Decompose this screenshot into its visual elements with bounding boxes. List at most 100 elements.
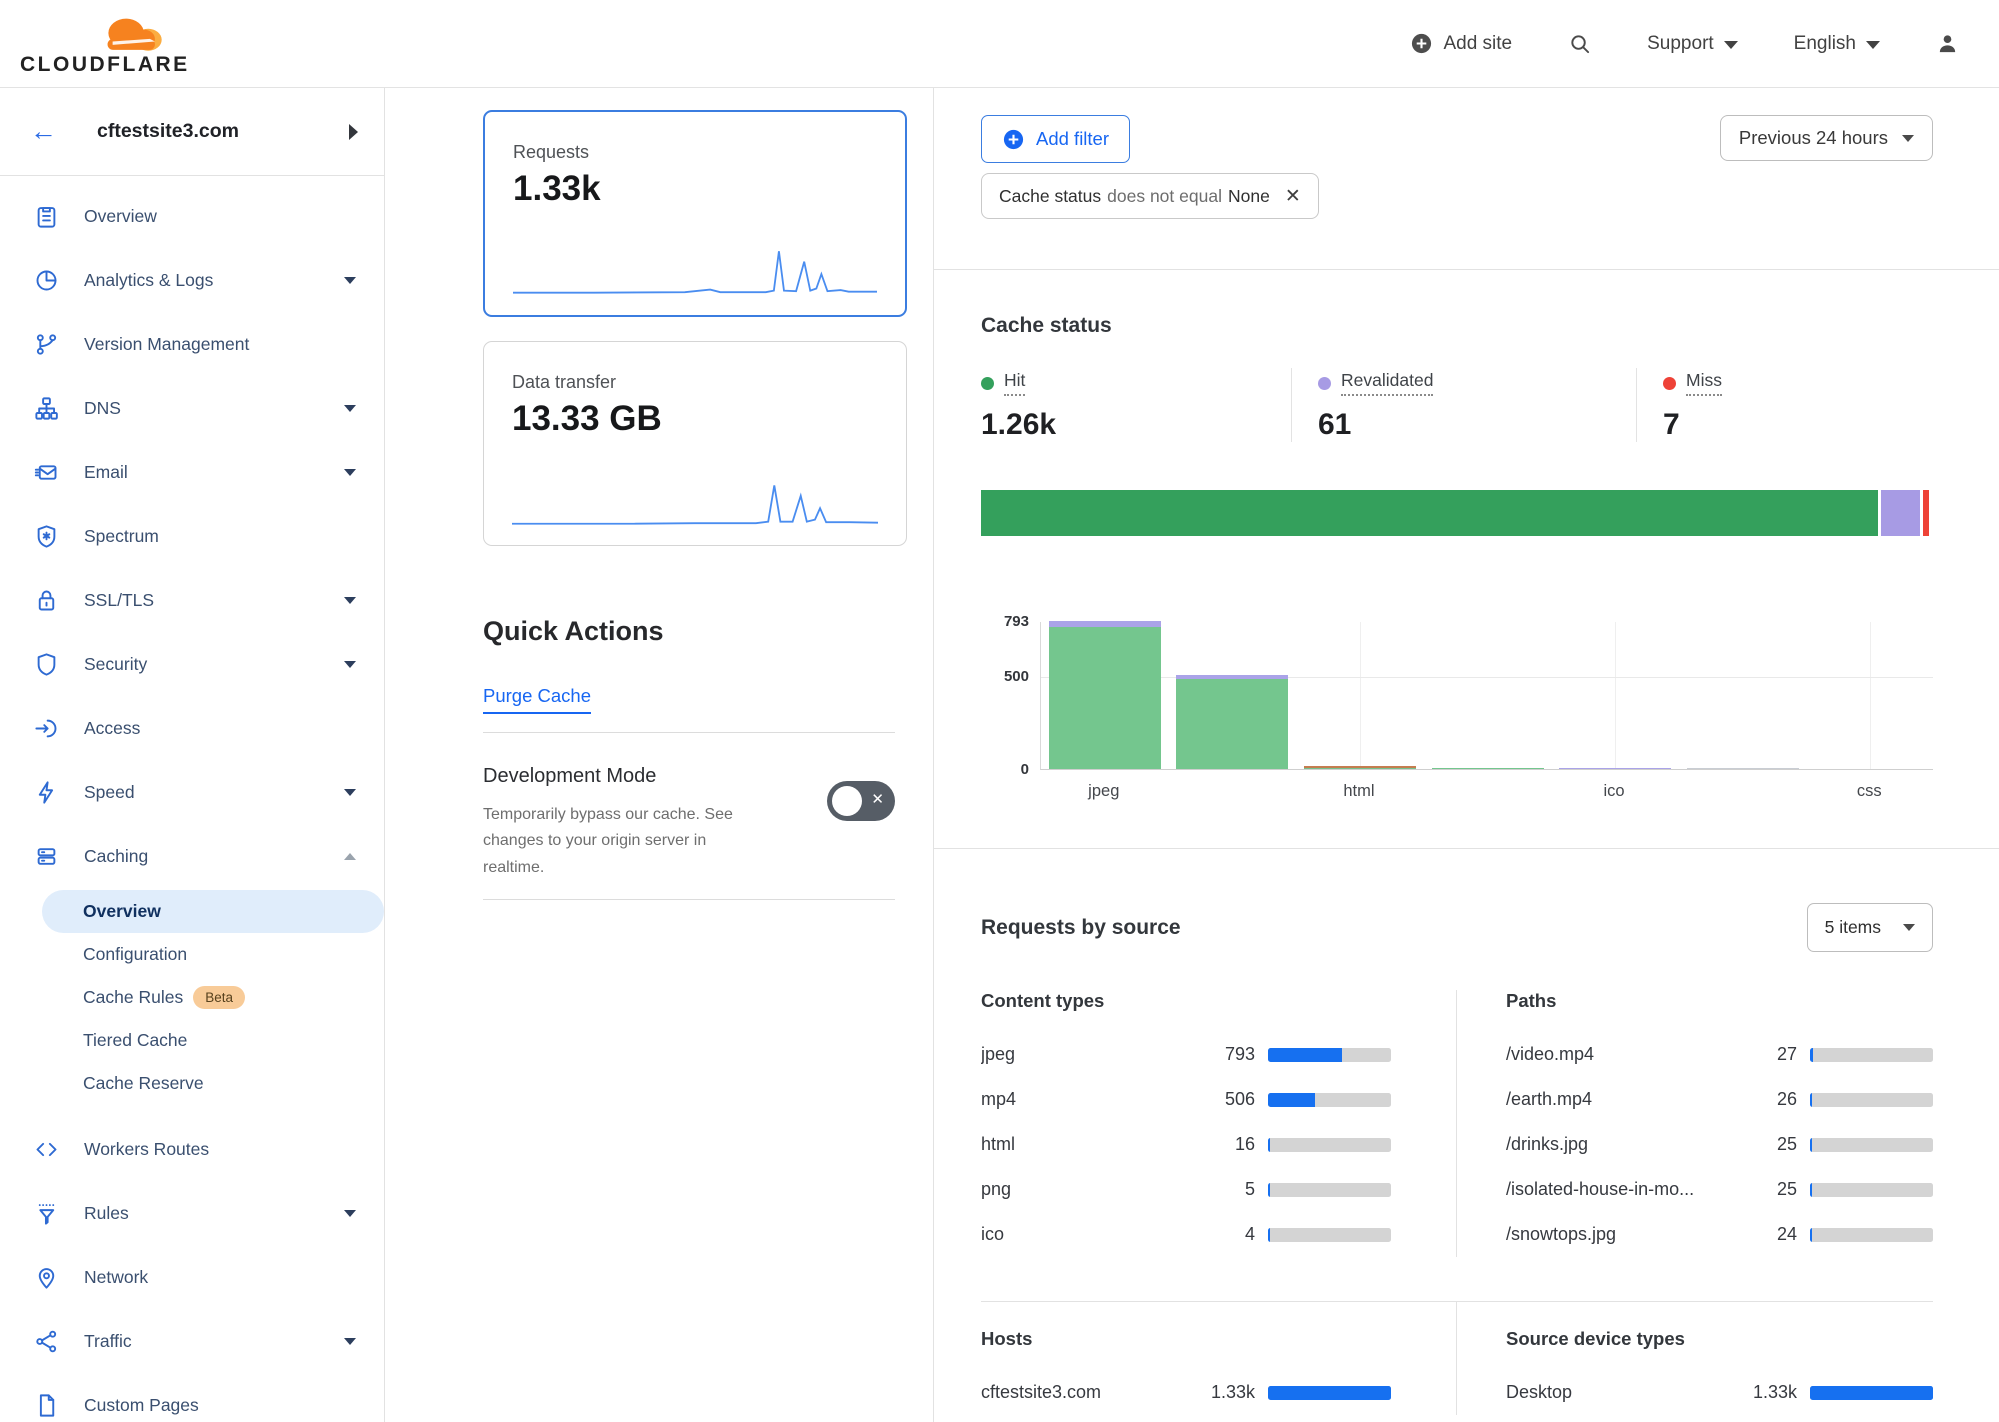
sidebar-subitem-label: Cache Rules bbox=[83, 987, 183, 1008]
sidebar-subitem-configuration[interactable]: Configuration bbox=[42, 933, 384, 976]
cloudflare-wordmark: CLOUDFLARE bbox=[20, 53, 190, 77]
row-bar-track bbox=[1810, 1183, 1933, 1197]
sidebar-subitem-tiered-cache[interactable]: Tiered Cache bbox=[42, 1019, 384, 1062]
legend-head: Revalidated bbox=[1318, 370, 1636, 396]
legend-item-hit: Hit1.26k bbox=[981, 368, 1291, 442]
x-axis-label: jpeg bbox=[1088, 782, 1119, 801]
quick-actions-title: Quick Actions bbox=[483, 616, 934, 647]
table-row: html16 bbox=[981, 1122, 1391, 1167]
dns-tree-icon bbox=[33, 395, 60, 422]
sidebar-subitem-label: Overview bbox=[83, 901, 161, 922]
sidebar-item-speed[interactable]: Speed bbox=[0, 760, 384, 824]
data-transfer-metric-card[interactable]: Data transfer 13.33 GB bbox=[483, 341, 907, 546]
row-label: html bbox=[981, 1134, 1183, 1155]
sidebar-subitem-overview[interactable]: Overview bbox=[42, 890, 384, 933]
bar-unlabeled-5 bbox=[1687, 768, 1799, 769]
sidebar-item-rules[interactable]: Rules bbox=[0, 1181, 384, 1245]
row-label: /snowtops.jpg bbox=[1506, 1224, 1725, 1245]
sidebar-item-network[interactable]: Network bbox=[0, 1245, 384, 1309]
support-menu[interactable]: Support bbox=[1647, 33, 1738, 55]
sidebar-item-dns[interactable]: DNS bbox=[0, 376, 384, 440]
sidebar-item-analytics-logs[interactable]: Analytics & Logs bbox=[0, 248, 384, 312]
row-bar-track bbox=[1268, 1228, 1391, 1242]
cloudflare-logo: CLOUDFLARE bbox=[20, 11, 190, 77]
sidebar-item-custom-pages[interactable]: Custom Pages bbox=[0, 1373, 384, 1422]
legend-label[interactable]: Miss bbox=[1686, 370, 1722, 396]
requests-label: Requests bbox=[513, 142, 877, 163]
row-list: Desktop1.33k bbox=[1506, 1370, 1933, 1415]
sidebar-item-email[interactable]: Email bbox=[0, 440, 384, 504]
source-column-source-device-types: Source device typesDesktop1.33k bbox=[1456, 1302, 1933, 1415]
row-bar-fill bbox=[1268, 1386, 1391, 1400]
gridline bbox=[1870, 622, 1871, 769]
sidebar-item-workers-routes[interactable]: Workers Routes bbox=[0, 1117, 384, 1181]
purge-cache-link[interactable]: Purge Cache bbox=[483, 685, 591, 714]
search-button[interactable] bbox=[1568, 32, 1591, 55]
sidebar-item-label: Speed bbox=[84, 782, 344, 803]
plus-circle-icon bbox=[1002, 128, 1025, 151]
source-bottom-columns: Hostscftestsite3.com1.33kSource device t… bbox=[981, 1302, 1933, 1415]
sidebar-item-label: Overview bbox=[84, 206, 356, 227]
y-axis-label: 0 bbox=[981, 761, 1029, 778]
sidebar-item-ssl-tls[interactable]: SSL/TLS bbox=[0, 568, 384, 632]
row-label: /video.mp4 bbox=[1506, 1044, 1725, 1065]
source-column-content-types: Content typesjpeg793mp4506html16png5ico4 bbox=[981, 990, 1457, 1257]
sidebar-item-version-management[interactable]: Version Management bbox=[0, 312, 384, 376]
sidebar-item-label: DNS bbox=[84, 398, 344, 419]
sidebar-item-caching[interactable]: Caching bbox=[0, 824, 384, 888]
y-axis-label: 500 bbox=[981, 668, 1029, 685]
sidebar-item-access[interactable]: Access bbox=[0, 696, 384, 760]
bar-segment bbox=[1176, 679, 1288, 769]
row-bar-track bbox=[1268, 1048, 1391, 1062]
back-arrow-icon[interactable]: ← bbox=[30, 118, 57, 145]
items-count-select[interactable]: 5 items bbox=[1807, 903, 1933, 952]
site-switcher-caret-icon[interactable] bbox=[349, 124, 358, 140]
sidebar-subitem-cache-rules[interactable]: Cache RulesBeta bbox=[42, 976, 384, 1019]
account-button[interactable] bbox=[1936, 32, 1959, 55]
legend-label[interactable]: Hit bbox=[1004, 370, 1025, 396]
location-pin-icon bbox=[33, 1264, 60, 1291]
row-bar-track bbox=[1810, 1228, 1933, 1242]
table-row: Desktop1.33k bbox=[1506, 1370, 1933, 1415]
development-mode-toggle[interactable]: ✕ bbox=[827, 781, 895, 821]
development-mode-title: Development Mode bbox=[483, 765, 733, 788]
add-filter-button[interactable]: Add filter bbox=[981, 115, 1130, 163]
row-value: 27 bbox=[1725, 1044, 1797, 1065]
remove-filter-icon[interactable]: ✕ bbox=[1285, 185, 1301, 208]
filter-value: None bbox=[1228, 186, 1270, 207]
sidebar-item-label: Caching bbox=[84, 846, 344, 867]
sidebar-item-traffic[interactable]: Traffic bbox=[0, 1309, 384, 1373]
row-bar-track bbox=[1810, 1093, 1933, 1107]
add-site-button[interactable]: Add site bbox=[1410, 32, 1512, 55]
legend-item-revalidated: Revalidated61 bbox=[1291, 368, 1636, 442]
sidebar-subitem-cache-reserve[interactable]: Cache Reserve bbox=[42, 1062, 384, 1105]
row-value: 1.33k bbox=[1725, 1382, 1797, 1403]
chevron-down-icon bbox=[1903, 924, 1915, 931]
cache-status-bar-chart: jpeghtmlicocss7935000 bbox=[981, 622, 1933, 808]
cache-status-filter-chip[interactable]: Cache status does not equal None ✕ bbox=[981, 173, 1319, 219]
table-row: /snowtops.jpg24 bbox=[1506, 1212, 1933, 1257]
row-bar-track bbox=[1268, 1093, 1391, 1107]
time-range-select[interactable]: Previous 24 hours bbox=[1720, 115, 1933, 161]
row-bar-fill bbox=[1268, 1093, 1315, 1107]
legend-dot-miss bbox=[1663, 377, 1676, 390]
source-columns: Content typesjpeg793mp4506html16png5ico4… bbox=[981, 990, 1933, 1257]
toggle-knob bbox=[832, 786, 862, 816]
requests-metric-card[interactable]: Requests 1.33k bbox=[483, 110, 907, 317]
source-column-paths: Paths/video.mp427/earth.mp426/drinks.jpg… bbox=[1456, 990, 1933, 1257]
sidebar-item-spectrum[interactable]: Spectrum bbox=[0, 504, 384, 568]
sidebar-item-overview[interactable]: Overview bbox=[0, 184, 384, 248]
language-menu[interactable]: English bbox=[1794, 33, 1880, 55]
sidebar-item-label: Workers Routes bbox=[84, 1139, 356, 1160]
bar-html bbox=[1304, 766, 1416, 769]
row-value: 506 bbox=[1183, 1089, 1255, 1110]
row-bar-fill bbox=[1268, 1183, 1270, 1197]
sidebar-item-label: Network bbox=[84, 1267, 356, 1288]
row-bar-fill bbox=[1810, 1183, 1812, 1197]
sidebar-item-security[interactable]: Security bbox=[0, 632, 384, 696]
site-header: ← cftestsite3.com bbox=[0, 88, 384, 176]
chevron-down-icon bbox=[344, 597, 356, 604]
row-value: 25 bbox=[1725, 1179, 1797, 1200]
row-value: 4 bbox=[1183, 1224, 1255, 1245]
legend-label[interactable]: Revalidated bbox=[1341, 370, 1433, 396]
